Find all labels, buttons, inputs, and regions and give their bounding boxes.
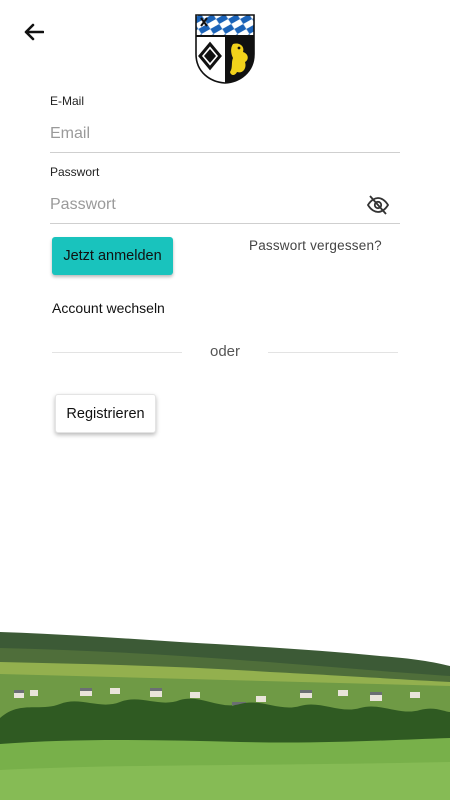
login-screen: E-Mail Passwort Jetzt anmelden Passwort …: [0, 0, 450, 800]
divider-label: oder: [209, 343, 241, 360]
password-field: Passwort: [50, 165, 400, 224]
arrow-left-icon: [24, 23, 44, 41]
email-field: E-Mail: [50, 94, 400, 153]
email-underline: [50, 152, 400, 153]
login-button[interactable]: Jetzt anmelden: [52, 237, 173, 275]
coat-of-arms-logo: [195, 14, 255, 84]
switch-account-link[interactable]: Account wechseln: [52, 300, 165, 316]
email-label: E-Mail: [50, 94, 85, 108]
register-button[interactable]: Registrieren: [55, 394, 156, 433]
divider-line-left: [52, 352, 182, 353]
back-button[interactable]: [18, 16, 50, 48]
forgot-password-link[interactable]: Passwort vergessen?: [249, 238, 382, 253]
email-input[interactable]: [50, 120, 400, 148]
password-label: Passwort: [50, 165, 100, 179]
village-landscape-image: [0, 620, 450, 800]
divider-line-right: [268, 352, 398, 353]
eye-off-icon[interactable]: [366, 193, 390, 217]
password-input[interactable]: [50, 191, 400, 219]
password-underline: [50, 223, 400, 224]
